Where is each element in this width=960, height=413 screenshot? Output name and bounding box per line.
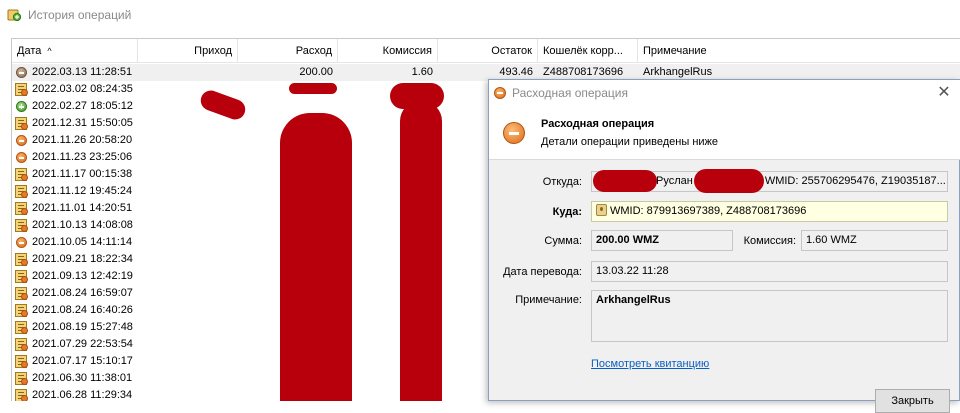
certificate-icon [596, 204, 607, 216]
cell-date: 2022.03.13 11:28:51 [32, 66, 133, 78]
dialog-header: Расходная операция Детали операции приве… [489, 106, 960, 160]
to-field[interactable]: WMID: 879913697389, Z488708173696 [591, 201, 948, 222]
cell-date: 2021.10.05 14:11:14 [32, 236, 133, 248]
note-label: Примечание: [515, 294, 582, 306]
webmoney-app-icon [7, 9, 21, 21]
cell-date: 2021.12.31 15:50:05 [32, 117, 133, 129]
dialog-header-title: Расходная операция [541, 118, 655, 130]
invoice-icon [15, 202, 28, 215]
cell-date: 2021.06.30 11:38:01 [32, 372, 133, 384]
cell-date: 2021.06.28 11:29:34 [32, 389, 133, 401]
invoice-icon [15, 168, 28, 181]
expense-icon [15, 236, 28, 249]
invoice-icon [15, 219, 28, 232]
invoice-icon [15, 287, 28, 300]
from-wmid: WMID: 255706295476, Z19035187... [764, 175, 946, 187]
cell-date: 2021.08.19 15:27:48 [32, 321, 133, 333]
fee-label: Комиссия: [743, 235, 796, 247]
cell-date: 2021.11.26 20:58:20 [32, 134, 133, 146]
redaction-mark [593, 170, 657, 192]
cell-date: 2021.10.13 14:08:08 [32, 219, 133, 231]
invoice-icon [15, 338, 28, 351]
cell-expense: 200.00 [299, 66, 333, 78]
cell-date: 2022.03.02 08:24:35 [32, 83, 133, 95]
cell-date: 2021.11.01 14:20:51 [32, 202, 133, 214]
dialog-titlebar: Расходная операция ✕ [489, 80, 960, 106]
redaction-mark [694, 169, 764, 193]
invoice-icon [15, 83, 28, 96]
expense-operation-dialog: Расходная операция ✕ Расходная операция … [488, 79, 960, 413]
invoice-icon [15, 253, 28, 266]
expense-icon [15, 66, 28, 79]
to-value: WMID: 879913697389, Z488708173696 [610, 205, 807, 217]
invoice-icon [15, 117, 28, 130]
sort-ascending-icon: ^ [47, 46, 52, 56]
cell-date: 2021.11.23 23:25:06 [32, 151, 133, 163]
redaction-mark [280, 113, 352, 401]
cell-date: 2021.08.24 16:40:26 [32, 304, 133, 316]
income-icon [15, 100, 28, 113]
expense-icon [15, 134, 28, 147]
cell-fee: 1.60 [411, 66, 433, 78]
cell-date: 2021.11.12 19:45:24 [32, 185, 133, 197]
cell-date: 2021.09.21 18:22:34 [32, 253, 133, 265]
cell-income [143, 64, 233, 81]
window-title: История операций [28, 8, 132, 22]
invoice-icon [15, 372, 28, 385]
amount-field[interactable]: 200.00 WMZ [591, 230, 733, 251]
transfer-date-label: Дата перевода: [503, 266, 582, 278]
transfer-date-field[interactable]: 13.03.22 11:28 [591, 261, 948, 282]
column-header-note[interactable]: Примечание [638, 39, 960, 63]
dialog-header-subtitle: Детали операции приведены ниже [541, 136, 719, 148]
close-button[interactable]: Закрыть [875, 389, 950, 413]
window-titlebar: История операций [0, 0, 960, 30]
cell-date: 2021.08.24 16:59:07 [32, 287, 133, 299]
redaction-mark [289, 83, 337, 94]
column-header-income[interactable]: Приход [138, 39, 238, 63]
cell-date: 2022.02.27 18:05:12 [32, 100, 133, 112]
cell-date: 2021.07.17 15:10:17 [32, 355, 133, 367]
dialog-title: Расходная операция [512, 86, 628, 100]
column-header-expense[interactable]: Расход [238, 39, 338, 63]
column-header-date-label: Дата [17, 45, 42, 57]
expense-large-icon [503, 122, 525, 144]
invoice-icon [15, 185, 28, 198]
note-field[interactable]: ArkhangelRus [591, 290, 948, 342]
redaction-mark [400, 101, 442, 401]
invoice-icon [15, 270, 28, 283]
invoice-icon [15, 355, 28, 368]
cell-date: 2021.07.29 22:53:54 [32, 338, 133, 350]
to-label: Куда: [552, 206, 582, 218]
amount-label: Сумма: [544, 235, 582, 247]
expense-icon [494, 87, 506, 99]
cell-date: 2021.09.13 12:42:19 [32, 270, 133, 282]
view-receipt-link[interactable]: Посмотреть квитанцию [591, 358, 709, 370]
cell-date: 2021.11.17 00:15:38 [32, 168, 133, 180]
table-header: Дата ^ Приход Расход Комиссия Остаток Кош… [12, 39, 960, 63]
from-label: Откуда: [542, 176, 582, 188]
invoice-icon [15, 321, 28, 334]
close-icon[interactable]: ✕ [934, 83, 954, 103]
column-header-wallet[interactable]: Кошелёк корр... [538, 39, 638, 63]
expense-icon [15, 151, 28, 164]
invoice-icon [15, 304, 28, 317]
from-name: Руслан [656, 175, 693, 187]
column-header-balance[interactable]: Остаток [438, 39, 538, 63]
fee-field[interactable]: 1.60 WMZ [801, 230, 948, 251]
column-header-fee[interactable]: Комиссия [338, 39, 438, 63]
column-header-date[interactable]: Дата ^ [12, 39, 138, 63]
history-window: История операций Дата ^ Приход Расход Ком… [0, 0, 960, 413]
invoice-icon [15, 389, 28, 401]
